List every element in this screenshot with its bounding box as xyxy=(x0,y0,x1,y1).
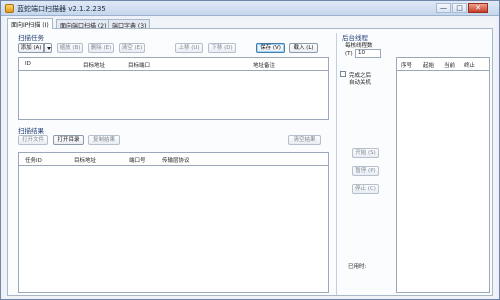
threads-header-separator xyxy=(397,70,489,71)
close-button[interactable]: ✕ xyxy=(468,3,488,13)
delete-button[interactable]: 删除 (E) xyxy=(88,43,114,53)
elapsed-time-label: 已用时: xyxy=(348,264,367,270)
maximize-button[interactable]: □ xyxy=(452,3,467,13)
add-button[interactable]: 添加 (A) xyxy=(18,43,44,53)
zoom-button[interactable]: 缩放 (B) xyxy=(57,43,83,53)
threads-table[interactable]: 序号 起始 当前 终止 xyxy=(396,57,490,293)
tab-ip-scan[interactable]: 面向IP扫描 (I) xyxy=(7,18,53,29)
tab-panel: 扫描任务 添加 (A) 缩放 (B) 删除 (E) 清空 (E) 上移 (U) … xyxy=(7,28,493,296)
app-icon xyxy=(5,4,14,13)
results-column-target-address[interactable]: 目标地址 xyxy=(74,156,96,164)
threads-column-end[interactable]: 终止 xyxy=(464,61,475,69)
open-folder-button[interactable]: 打开目录 xyxy=(53,135,84,145)
thread-count-shortcut: (T) xyxy=(345,51,353,57)
threads-column-start[interactable]: 起始 xyxy=(423,61,434,69)
window-title: 蓝蛇端口扫描器 v2.1.2.235 xyxy=(17,5,106,13)
main-window: 蓝蛇端口扫描器 v2.1.2.235 — □ ✕ 面向IP扫描 (I) 面向端口… xyxy=(0,0,500,300)
copy-results-button[interactable]: 复制结果 xyxy=(88,135,120,145)
tasks-column-target-port[interactable]: 目标端口 xyxy=(128,61,150,69)
tasks-column-address-note[interactable]: 地址备注 xyxy=(253,61,275,69)
save-button[interactable]: 保存 (V) xyxy=(256,43,285,53)
pause-button[interactable]: 暂停 (P) xyxy=(352,166,379,176)
scan-results-title: 扫描结果 xyxy=(18,127,44,135)
tasks-header-separator xyxy=(19,70,328,71)
clear-button[interactable]: 清空 (E) xyxy=(119,43,145,53)
stop-button[interactable]: 停止 (C) xyxy=(352,184,379,194)
auto-shutdown-checkbox[interactable] xyxy=(340,71,346,77)
move-up-button[interactable]: 上移 (U) xyxy=(175,43,203,53)
tasks-column-target-address[interactable]: 目标地址 xyxy=(83,61,105,69)
move-down-button[interactable]: 下移 (D) xyxy=(208,43,236,53)
threads-column-current[interactable]: 当前 xyxy=(444,61,455,69)
tasks-column-id[interactable]: ID xyxy=(25,61,31,67)
clear-results-button[interactable]: 清空结果 xyxy=(288,135,321,145)
thread-count-label: 每核线程数 xyxy=(345,43,373,49)
auto-shutdown-label-line2: 自动关机 xyxy=(349,80,372,86)
threads-column-index[interactable]: 序号 xyxy=(401,61,412,69)
title-bar: 蓝蛇端口扫描器 v2.1.2.235 — □ ✕ xyxy=(1,1,499,16)
add-dropdown-arrow[interactable] xyxy=(44,43,52,53)
tab-port-dictionary[interactable]: 端口字典 (3) xyxy=(108,19,151,30)
results-column-task-id[interactable]: 任务ID xyxy=(25,156,42,164)
start-button[interactable]: 开始 (S) xyxy=(352,148,379,158)
tasks-table[interactable]: ID 目标地址 目标端口 地址备注 xyxy=(18,57,329,120)
panel-divider xyxy=(336,33,337,295)
results-header-separator xyxy=(19,165,328,166)
load-button[interactable]: 载入 (L) xyxy=(289,43,318,53)
thread-count-input[interactable]: 10 xyxy=(355,49,381,58)
scan-tasks-title: 扫描任务 xyxy=(18,34,44,42)
results-column-transport-protocol[interactable]: 传输层协议 xyxy=(162,156,190,164)
results-table[interactable]: 任务ID 目标地址 端口号 传输层协议 xyxy=(18,152,329,293)
results-column-port[interactable]: 端口号 xyxy=(129,156,146,164)
minimize-button[interactable]: — xyxy=(436,3,451,13)
open-file-button[interactable]: 打开文件 xyxy=(18,135,48,145)
tab-port-scan[interactable]: 面向端口扫描 (2) xyxy=(56,19,111,30)
client-area: 面向IP扫描 (I) 面向端口扫描 (2) 端口字典 (3) 扫描任务 添加 (… xyxy=(5,18,496,298)
